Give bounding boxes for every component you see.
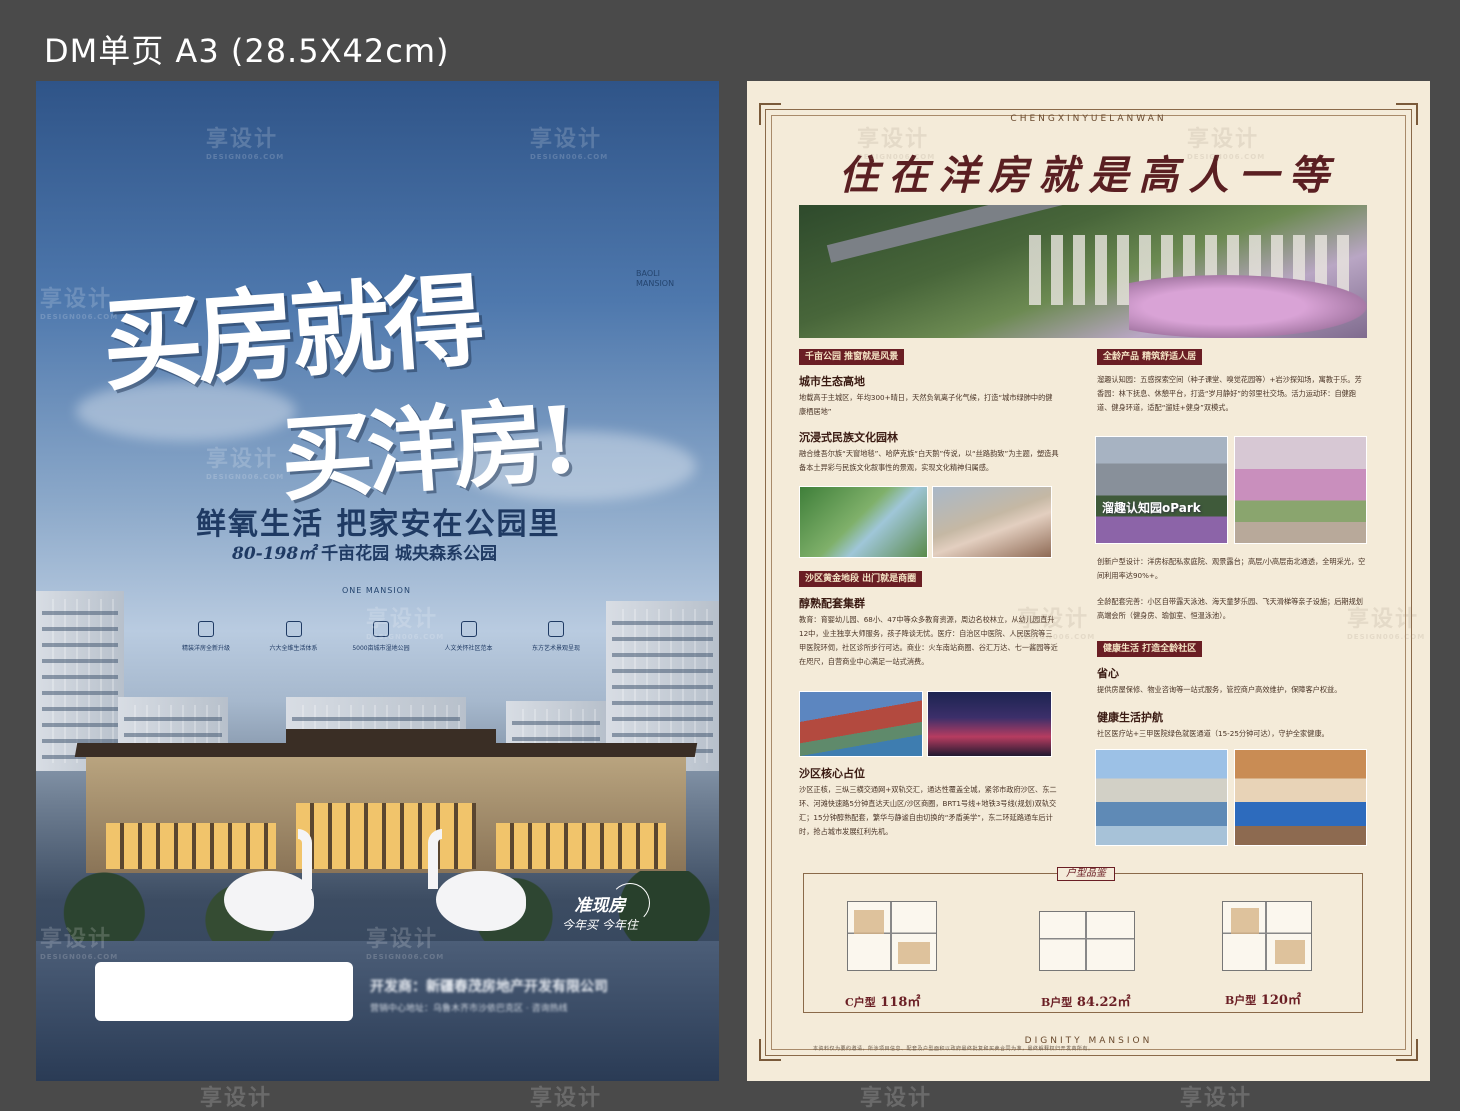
entrance-photo: 溜趣认知园oPark <box>1095 436 1228 544</box>
section-text: 提供房屋保修、物业咨询等一站式服务，管控商户高效维护，保障客户权益。 <box>1097 685 1342 694</box>
section-heading: 健康生活护航 <box>1097 711 1163 724</box>
section-heading: 城市生态高地 <box>799 375 865 388</box>
swan-right <box>436 871 526 931</box>
shield-icon <box>460 621 477 637</box>
walkway-photo <box>1234 436 1367 544</box>
disclaimer: 本资料仅为要约邀请，所涉项目信息、配套及户型面积以政府最终批复和买卖合同为准，最… <box>813 1046 1094 1052</box>
swan-neck <box>298 829 312 889</box>
headline-line2: 买洋房! <box>277 385 577 514</box>
garden-photo <box>799 486 928 558</box>
feature-label: 5000亩城市湿地公园 <box>352 645 410 652</box>
section-heading: 沙区核心占位 <box>799 767 865 780</box>
watermark: 享设计 <box>200 1086 273 1111</box>
section-heading: 省心 <box>1097 667 1119 680</box>
school-photo <box>799 691 923 757</box>
section-tag: 沙区黄金地段 出门就是商圈 <box>799 571 923 587</box>
plaza-photo <box>932 486 1052 558</box>
area-range: 80-198㎡ <box>232 544 316 564</box>
feature-label: 六大全维生活体系 <box>269 645 318 652</box>
watermark: 享设计 <box>530 1086 603 1111</box>
plan-label: B户型 84.22㎡ <box>1041 995 1131 1010</box>
commercial-photo <box>927 691 1052 757</box>
photo-caption: 溜趣认知园oPark <box>1102 501 1201 515</box>
area-line: 80-198㎡ 千亩花园 城央森系公园 <box>232 539 497 564</box>
developer-address: 营销中心地址：乌鲁木齐市沙依巴克区 · 咨询热线 <box>370 1004 568 1014</box>
tagline: 鲜氧生活 把家安在公园里 <box>196 507 561 542</box>
building-icon <box>198 621 214 637</box>
section-heading: 醇熟配套集群 <box>799 597 865 610</box>
aerial-photo <box>799 205 1367 338</box>
section-text: 地载高于主城区，年均300+晴日，天然负氧离子化气候，打造“城市绿肺中的健康栖居… <box>799 393 1053 416</box>
section-tag: 全龄产品 精筑舒适人居 <box>1097 349 1203 365</box>
area-desc: 千亩花园 城央森系公园 <box>315 544 498 564</box>
section-text: 创新户型设计：洋房标配私家庭院、观景露台；高层/小高层南北通透，全明采光，空间利… <box>1097 557 1366 580</box>
plan-label: B户型 120㎡ <box>1225 993 1301 1008</box>
contact-placeholder-box <box>95 962 353 1021</box>
page-title: DM单页 A3 (28.5X42cm) <box>44 32 450 70</box>
feature-row: 精装洋房全新升级 六大全维生活体系 5000亩城市湿地公园 人文关怀社区范本 东… <box>166 621 596 652</box>
feature-item: 5000亩城市湿地公园 <box>341 621 421 652</box>
headline: 买房就得 买洋房! <box>97 233 577 531</box>
section-text: 沙区正核，三纵三横交通网+双轨交汇，通达性覆盖全城，紧邻市政府沙区、东二环、河滩… <box>799 785 1057 836</box>
watermark: 享设计 <box>860 1086 933 1111</box>
front-poster: 买房就得 买洋房! BAOLI MANSION 鲜氧生活 把家安在公园里 80-… <box>36 81 719 1081</box>
floor-plan <box>1039 911 1135 971</box>
floor-plan <box>847 901 937 971</box>
park-icon <box>373 621 389 637</box>
top-tagline: CHENGXINYUELANWAN <box>1010 114 1167 124</box>
feature-item: 精装洋房全新升级 <box>166 621 246 652</box>
flag-icon <box>548 621 564 637</box>
feature-label: 东方艺术景观呈现 <box>531 645 580 652</box>
kids-photo <box>1095 749 1228 846</box>
developer-name: 开发商：新疆春茂房地产开发有限公司 <box>370 979 608 995</box>
section-text: 全龄配套完善：小区自带露天泳池、海天童梦乐园、飞天滑梯等亲子设施；后期规划高端会… <box>1097 597 1363 620</box>
watermark: 享设计DESIGN006.COM <box>206 127 285 161</box>
watermark: 享设计DESIGN006.COM <box>530 127 609 161</box>
section-tag: 健康生活 打造全龄社区 <box>1097 641 1203 657</box>
floor-plan <box>1222 901 1312 971</box>
section-text: 社区医疗站+三甲医院绿色就医通道（15-25分钟可达），守护全家健康。 <box>1097 729 1329 738</box>
feature-item: 人文关怀社区范本 <box>429 621 509 652</box>
feature-item: 六大全维生活体系 <box>254 621 334 652</box>
classroom-photo <box>1234 749 1367 846</box>
watermark: 享设计 <box>1180 1086 1253 1111</box>
ready-badge: 准现房 今年买 今年住 <box>562 883 650 933</box>
sheet-title: 住在洋房就是高人一等 <box>838 152 1339 199</box>
section-tag: 千亩公园 推窗就是风景 <box>799 349 905 365</box>
section-text: 溜趣认知园：五感探索空间（种子课堂、嗅觉花园等）+岩沙探知场，寓教于乐。芳香园：… <box>1097 375 1362 412</box>
one-mansion-label: ONE MANSION <box>342 586 411 595</box>
section-heading: 沉浸式民族文化园林 <box>799 431 898 444</box>
feature-item: 东方艺术景观呈现 <box>516 621 596 652</box>
feature-label: 人文关怀社区范本 <box>444 645 493 652</box>
back-sheet: CHENGXINYUELANWAN 住在洋房就是高人一等 千亩公园 推窗就是风景… <box>747 81 1430 1081</box>
vertical-brand: BAOLI MANSION <box>636 269 675 288</box>
feature-label: 精装洋房全新升级 <box>181 645 230 652</box>
ring-icon <box>610 883 650 923</box>
floor-plans-tag: 户型品鉴 <box>1057 867 1115 881</box>
swan-neck <box>428 829 442 889</box>
plan-label: C户型 118㎡ <box>845 995 921 1010</box>
section-text: 融合维吾尔族“天窗地毯”、哈萨克族“白天鹅”传说，以“丝路韵致”为主题，塑造具备… <box>799 449 1059 472</box>
section-text: 教育：育婴幼儿园、68小、47中等众多教育资源，周边名校林立，从幼儿园直升12中… <box>799 615 1058 666</box>
grid-icon <box>285 621 302 637</box>
